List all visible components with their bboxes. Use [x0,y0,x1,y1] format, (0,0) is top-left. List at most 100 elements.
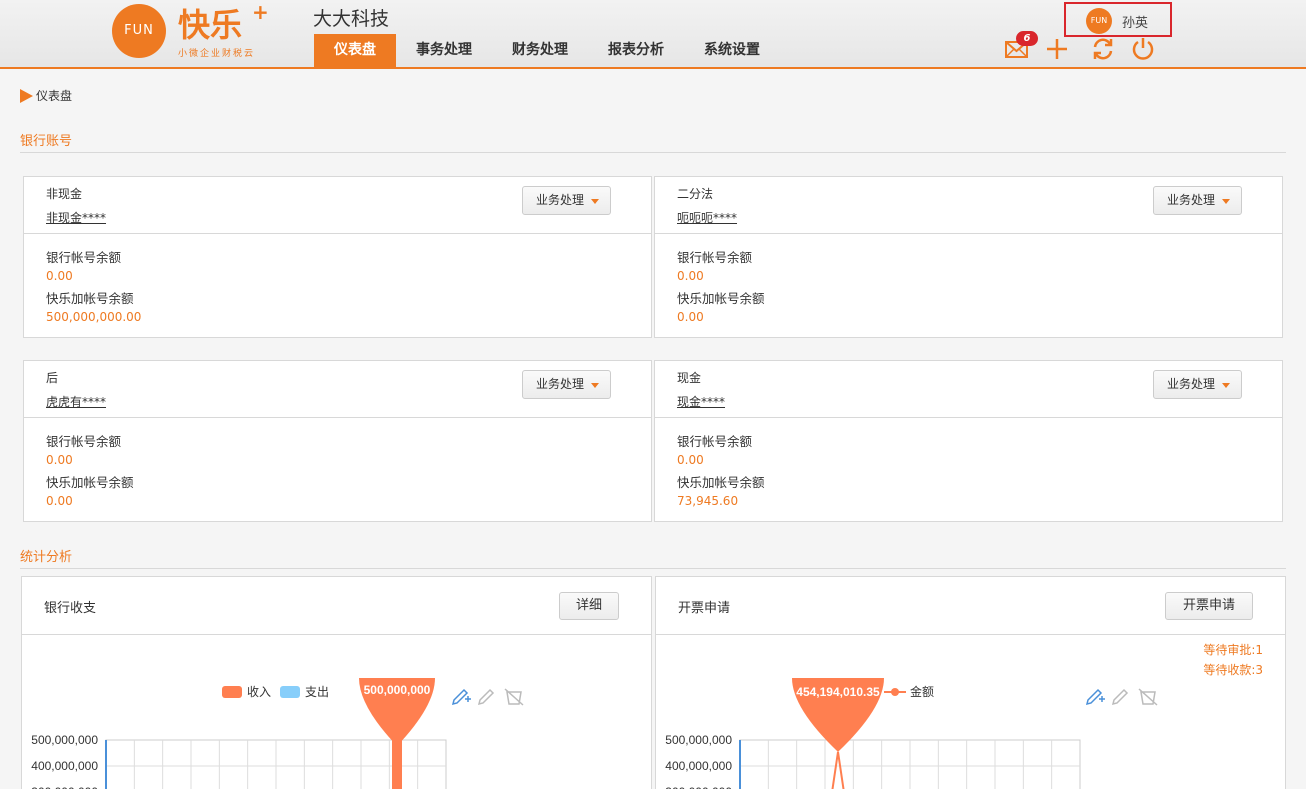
edit-icon-shape [1111,688,1129,706]
plus-icon [1047,39,1067,59]
account-link[interactable]: 现金**** [677,393,725,410]
card-header: 二分法 呃呃呃**** 业务处理 [655,177,1282,234]
peak-data-label: 500,000,000 [364,683,431,697]
y-tick-label: 300,000,000 [665,785,732,789]
bank-balance-value: 0.00 [677,269,704,283]
edit-add-icon-plus [1099,696,1105,702]
nav-finance[interactable]: 财务处理 [492,34,588,67]
clear-icon [1138,688,1158,706]
user-menu[interactable]: FUN 孙英 [1064,2,1172,37]
bank-balance-value: 0.00 [46,453,73,467]
bank-balance-value: 0.00 [46,269,73,283]
nav-settings[interactable]: 系统设置 [684,34,780,67]
business-dropdown-button[interactable]: 业务处理 [1153,186,1242,215]
clear-icon-shape [1138,688,1158,706]
logo-subtitle: 小微企业财税云 [178,49,256,59]
power-icon [1132,38,1154,60]
account-link[interactable]: 非现金**** [46,209,106,226]
business-dropdown-button[interactable]: 业务处理 [522,370,611,399]
y-tick-label: 500,000,000 [665,733,732,747]
legend-marker [891,688,899,696]
nav-reports[interactable]: 报表分析 [588,34,684,67]
plus-balance-value: 0.00 [677,310,704,324]
account-link[interactable]: 虎虎有**** [46,393,106,410]
brand-logo[interactable]: FUN 快乐 + 小微企业财税云 [112,0,272,60]
clear-icon [504,688,524,706]
panel-header: 银行收支 详细 [22,577,651,635]
account-name: 非现金 [46,187,83,201]
caret-down-icon [591,199,599,204]
bank-card: 二分法 呃呃呃**** 业务处理 银行帐号余额 0.00 快乐加帐号余额 0.0… [654,176,1283,338]
user-name: 孙英 [1122,16,1149,31]
panel-header: 开票申请 开票申请 [656,577,1285,635]
caret-down-icon [591,383,599,388]
edit-add-icon-shape [451,688,469,706]
card-header: 后 虎虎有**** 业务处理 [24,361,651,418]
message-button[interactable]: 6 [1004,31,1038,62]
legend-swatch [280,686,300,698]
edit-icon-shape [477,688,495,706]
section-title-bank: 银行账号 [20,134,73,149]
invoice-request-button[interactable]: 开票申请 [1165,592,1253,620]
plus-balance-value: 0.00 [46,494,73,508]
edit-icon [1111,688,1129,706]
edit-icon [477,688,495,706]
account-name: 后 [46,371,59,385]
breadcrumb: 仪表盘 [20,87,72,104]
button-label: 业务处理 [1167,193,1216,207]
bank-balance-label: 银行帐号余额 [46,434,122,449]
plus-balance-label: 快乐加帐号余额 [677,291,765,306]
refresh-button[interactable] [1090,36,1116,62]
bank-balance-label: 银行帐号余额 [677,434,753,449]
bank-balance-label: 银行帐号余额 [46,250,122,265]
bank-card: 后 虎虎有**** 业务处理 银行帐号余额 0.00 快乐加帐号余额 0.00 [23,360,652,522]
bank-flow-panel: 银行收支 详细 500,000,000 400,000,000 300,000,00… [21,576,652,789]
plus-balance-label: 快乐加帐号余额 [46,291,134,306]
section-title-stats: 统计分析 [20,550,73,565]
edit-add-icon [1085,688,1105,706]
nav-affairs[interactable]: 事务处理 [396,34,492,67]
account-link[interactable]: 呃呃呃**** [677,209,737,226]
account-name: 现金 [677,371,702,385]
edit-add-icon-shape [1085,688,1103,706]
panel-title: 银行收支 [44,601,97,616]
button-label: 业务处理 [1167,377,1216,391]
logo-mark: FUN [112,4,166,58]
caret-down-icon [1222,383,1230,388]
peak-data-label: 454,194,010.35 [796,685,880,699]
avatar: FUN [1086,8,1112,34]
y-tick-label: 500,000,000 [31,733,98,747]
refresh-icon [1093,38,1113,60]
account-name: 二分法 [677,187,714,201]
legend-label: 收入 [247,685,271,699]
clear-icon-shape [504,688,524,706]
business-dropdown-button[interactable]: 业务处理 [522,186,611,215]
y-tick-label: 400,000,000 [31,759,98,773]
bank-balance-label: 银行帐号余额 [677,250,753,265]
legend-label: 金额 [910,684,934,699]
nav-dashboard[interactable]: 仪表盘 [314,34,396,67]
section-divider [20,568,1286,569]
add-button[interactable] [1044,36,1070,62]
y-tick-label: 400,000,000 [665,759,732,773]
business-dropdown-button[interactable]: 业务处理 [1153,370,1242,399]
bank-flow-chart: 500,000,000 400,000,000 300,000,000 收入 支出 500… [31,678,524,789]
invoice-panel: 开票申请 开票申请 等待审批:1 等待收款:3 500,000,000 400,0… [655,576,1286,789]
logout-button[interactable] [1130,36,1156,62]
plus-balance-value: 73,945.60 [677,494,739,508]
panel-title: 开票申请 [678,601,731,616]
bank-card: 现金 现金**** 业务处理 银行帐号余额 0.00 快乐加帐号余额 73,94… [654,360,1283,522]
card-header: 非现金 非现金**** 业务处理 [24,177,651,234]
plus-balance-label: 快乐加帐号余额 [677,475,765,490]
message-count-badge: 6 [1016,31,1038,46]
button-label: 业务处理 [536,193,585,207]
edit-add-icon-plus [465,696,471,702]
detail-button[interactable]: 详细 [559,592,619,620]
button-label: 业务处理 [536,377,585,391]
breadcrumb-item[interactable]: 仪表盘 [36,87,72,104]
card-header: 现金 现金**** 业务处理 [655,361,1282,418]
section-divider [20,152,1286,153]
edit-add-icon [451,688,471,706]
bank-card: 非现金 非现金**** 业务处理 银行帐号余额 0.00 快乐加帐号余额 500… [23,176,652,338]
logo-text: 快乐 [178,6,243,44]
